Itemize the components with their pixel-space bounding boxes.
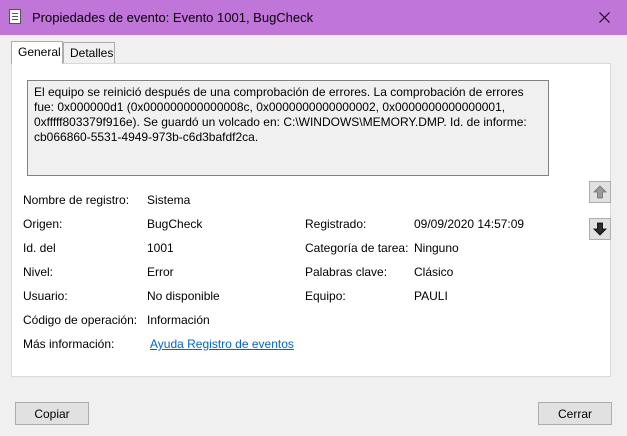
- event-description[interactable]: El equipo se reinició después de una com…: [27, 80, 549, 176]
- logged-label: Registrado:: [305, 217, 367, 231]
- source-value: BugCheck: [147, 217, 203, 231]
- general-panel: El equipo se reinició después de una com…: [11, 63, 611, 377]
- event-id-value: 1001: [147, 241, 174, 255]
- arrow-up-icon: [593, 185, 607, 199]
- tab-details[interactable]: Detalles: [63, 42, 115, 63]
- tab-general[interactable]: General: [11, 41, 63, 64]
- source-label: Origen:: [23, 217, 63, 231]
- opcode-label: Código de operación:: [23, 313, 138, 327]
- user-value: No disponible: [147, 289, 220, 303]
- event-log-help-link[interactable]: Ayuda Registro de eventos: [150, 337, 294, 351]
- task-category-value: Ninguno: [414, 241, 459, 255]
- keywords-label: Palabras clave:: [305, 265, 388, 279]
- event-id-label: Id. del: [23, 241, 56, 255]
- close-window-button[interactable]: [581, 0, 627, 35]
- opcode-value: Información: [147, 313, 210, 327]
- event-properties-icon: [9, 9, 21, 24]
- task-category-label: Categoría de tarea:: [305, 241, 409, 255]
- next-event-button[interactable]: [589, 218, 611, 240]
- copy-button[interactable]: Copiar: [15, 402, 89, 425]
- window-title: Propiedades de evento: Evento 1001, BugC…: [32, 10, 314, 25]
- level-label: Nivel:: [23, 265, 54, 279]
- keywords-value: Clásico: [414, 265, 454, 279]
- previous-event-button[interactable]: [589, 181, 611, 203]
- level-value: Error: [147, 265, 174, 279]
- close-icon: [598, 12, 610, 23]
- user-label: Usuario:: [23, 289, 68, 303]
- computer-value: PAULI: [414, 289, 448, 303]
- close-button[interactable]: Cerrar: [538, 402, 612, 425]
- arrow-down-icon: [593, 222, 607, 236]
- logged-value: 09/09/2020 14:57:09: [414, 217, 525, 231]
- title-bar[interactable]: Propiedades de evento: Evento 1001, BugC…: [0, 0, 627, 35]
- log-name-label: Nombre de registro:: [23, 193, 130, 207]
- computer-label: Equipo:: [305, 289, 346, 303]
- log-name-value: Sistema: [147, 193, 191, 207]
- more-info-label: Más información:: [23, 337, 115, 351]
